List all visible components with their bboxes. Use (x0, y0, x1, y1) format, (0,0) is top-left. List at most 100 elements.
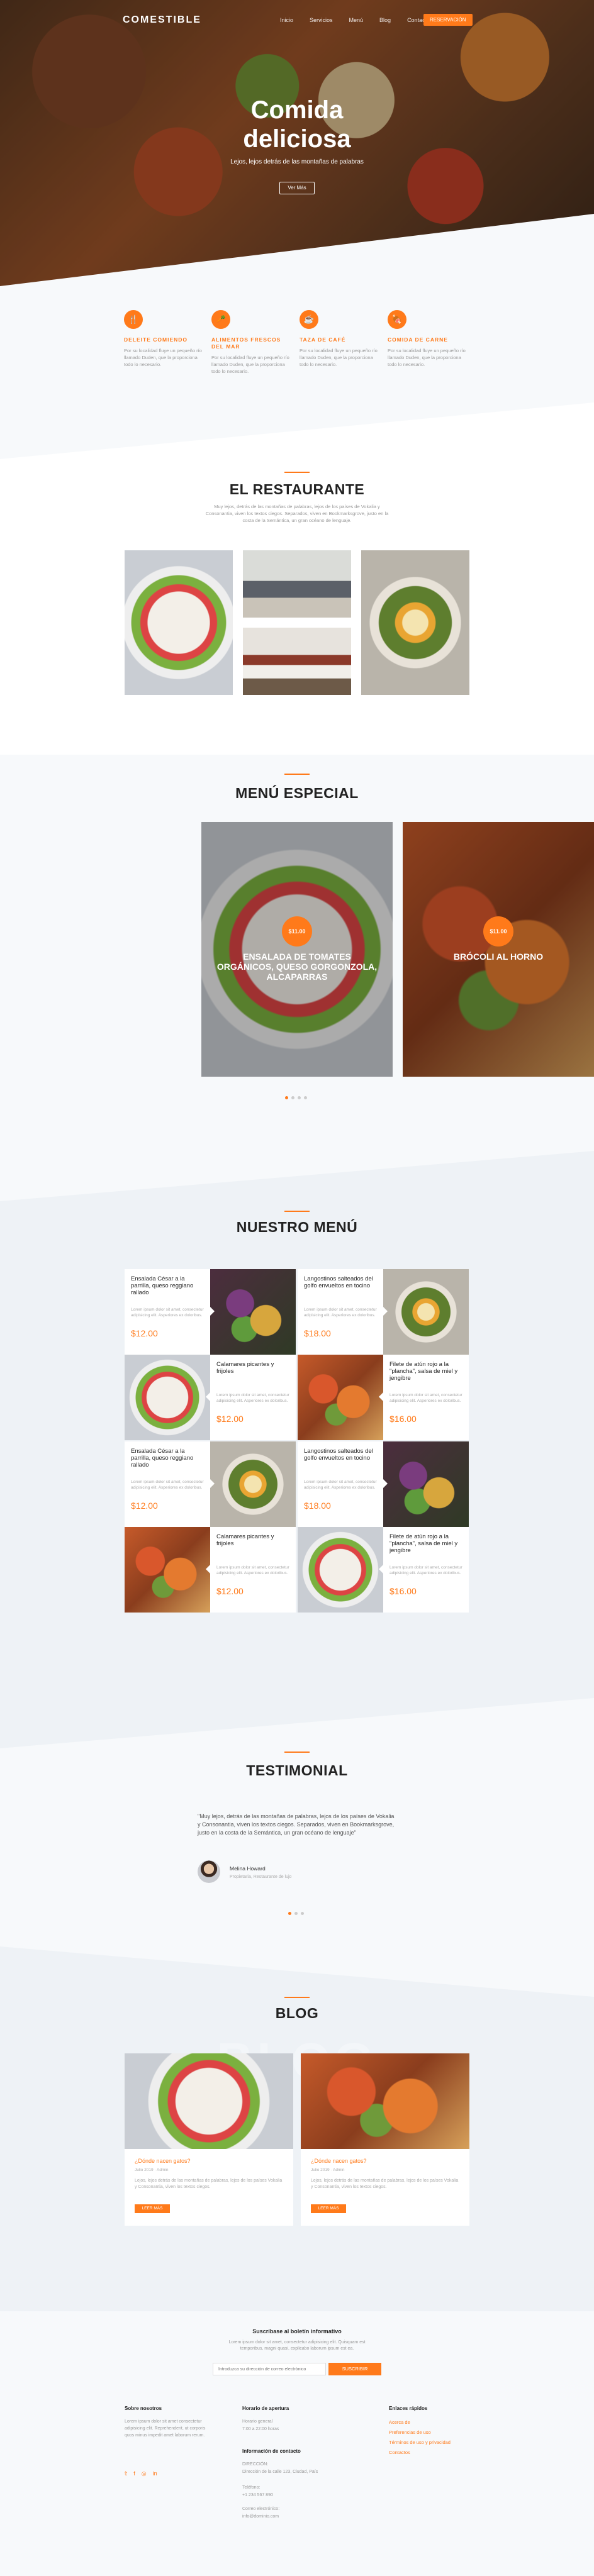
blog-post-meta: Julio 2019 · Admin (311, 2168, 345, 2172)
carousel-dot[interactable] (294, 1912, 298, 1915)
blog-post-text: Lejos, lejos detrás de las montañas de p… (311, 2179, 459, 2189)
coffee-icon: ☕ (300, 310, 318, 329)
menu-item-name: Ensalada César a la parrilla, queso regg… (131, 1448, 194, 1468)
section-divider (284, 774, 310, 775)
carousel-dot[interactable] (304, 1096, 307, 1099)
footer-links-title: Enlaces rápidos (389, 2406, 428, 2411)
carousel-dot[interactable] (288, 1912, 291, 1915)
twitter-icon[interactable]: 𝕥 (125, 2470, 127, 2477)
restaurant-photo-salad (125, 550, 233, 695)
blog-image[interactable] (125, 2053, 293, 2149)
menu-item[interactable]: Filete de atún rojo a la "plancha", sals… (383, 1355, 469, 1440)
menu-item[interactable]: Filete de atún rojo a la "plancha", sals… (383, 1527, 469, 1613)
hero-subtitle: Lejos, lejos detrás de las montañas de p… (230, 158, 364, 165)
linkedin-icon[interactable]: in (153, 2470, 157, 2477)
feature-card: 🍴 DELEITE COMIENDO Por su localidad fluy… (124, 310, 206, 368)
utensils-icon: 🍴 (124, 310, 143, 329)
menu-item-desc: Lorem ipsum dolor sit amet, consectetur … (389, 1393, 462, 1403)
footer-email-label: Correo electrónico: (242, 2507, 280, 2511)
read-more-button[interactable]: LEER MÁS (311, 2204, 346, 2213)
menu-item-desc: Lorem ipsum dolor sit amet, consectetur … (304, 1307, 377, 1318)
meat-icon: 🍖 (388, 310, 406, 329)
special-card[interactable]: $11.00 ENSALADA DE TOMATES ORGÁNICOS, QU… (201, 822, 393, 1077)
menu-item[interactable]: Langostinos salteados del golfo envuelto… (298, 1441, 383, 1527)
feature-title: ALIMENTOS FRESCOS DEL MAR (211, 336, 281, 350)
footer-hours-title: Horario de apertura (242, 2406, 289, 2411)
reservation-button[interactable]: RESERVACIÓN (423, 14, 473, 26)
hero-more-button[interactable]: Ver Más (279, 182, 315, 194)
restaurant-text: Muy lejos, detrás de las montañas de pal… (205, 504, 389, 523)
menu-item-name: Ensalada César a la parrilla, queso regg… (131, 1275, 194, 1296)
menu-item-name: Langostinos salteados del golfo envuelto… (304, 1448, 373, 1462)
menu-item-desc: Lorem ipsum dolor sit amet, consectetur … (216, 1393, 289, 1403)
menu-item-desc: Lorem ipsum dolor sit amet, consectetur … (389, 1565, 462, 1575)
restaurant-photo-tables (243, 628, 351, 695)
footer-contact-title: Información de contacto (242, 2448, 301, 2454)
newsletter-email-input[interactable] (213, 2363, 326, 2375)
menu-item-pointer (379, 1392, 383, 1401)
footer-link-contacts[interactable]: Contactos (389, 2450, 410, 2455)
card-overlay (201, 822, 393, 1077)
menu-item-name: Filete de atún rojo a la "plancha", sals… (389, 1533, 458, 1554)
nav-item-menu[interactable]: Menú (349, 17, 364, 23)
nav-item-blog[interactable]: Blog (379, 17, 391, 23)
special-price: $11.00 (282, 916, 312, 947)
card-overlay (403, 822, 594, 1077)
blog-post-meta: Julio 2019 · Admin (135, 2168, 169, 2172)
nav-item-servicios[interactable]: Servicios (310, 17, 333, 23)
testimonial-quote: "Muy lejos, detrás de las montañas de pa… (198, 1813, 395, 1836)
footer-phone[interactable]: +1 234 567 890 (242, 2492, 273, 2499)
menu-item[interactable]: Calamares picantes y frijoles Lorem ipsum… (210, 1355, 296, 1440)
menu-item-pointer (379, 1565, 383, 1574)
carousel-dot[interactable] (285, 1096, 288, 1099)
newsletter-subscribe-button[interactable]: SUSCRIBIR (328, 2363, 381, 2375)
read-more-button[interactable]: LEER MÁS (135, 2204, 170, 2213)
footer-hours-value: 7:00 a 22:00 horas (242, 2427, 279, 2431)
menu-item-photo (210, 1441, 296, 1527)
menu-item-pointer (210, 1307, 215, 1316)
footer-about-title: Sobre nosotros (125, 2406, 162, 2411)
feature-card: 🍖 COMIDA DE CARNE Por su localidad fluye… (388, 310, 469, 368)
special-name: ENSALADA DE TOMATES ORGÁNICOS, QUESO GOR… (216, 952, 378, 982)
menu-item-pointer (383, 1307, 388, 1316)
site-logo[interactable]: COMESTIBLE (123, 14, 201, 26)
avatar (198, 1860, 220, 1883)
menu-item-photo (125, 1527, 210, 1613)
restaurant-photo-interior (243, 550, 351, 618)
newsletter-title: Suscríbase al boletín informativo (252, 2328, 342, 2334)
menu-item-photo (210, 1269, 296, 1355)
footer-link-about[interactable]: Acerca de (389, 2419, 410, 2425)
carousel-dot[interactable] (298, 1096, 301, 1099)
footer-link-preferences[interactable]: Preferencias de uso (389, 2429, 431, 2435)
menu-band (0, 1151, 594, 1748)
menu-title: NUESTRO MENÚ (236, 1219, 358, 1235)
carousel-dot[interactable] (291, 1096, 294, 1099)
special-card[interactable]: $11.00 BRÓCOLI AL HORNO (403, 822, 594, 1077)
menu-item-photo (125, 1355, 210, 1440)
blog-image[interactable] (301, 2053, 469, 2149)
blog-card[interactable]: ¿Dónde nacen gatos? Julio 2019 · Admin L… (125, 2053, 293, 2226)
facebook-icon[interactable]: f (133, 2470, 135, 2477)
menu-item-price: $16.00 (389, 1414, 417, 1424)
footer-link-terms[interactable]: Términos de uso y privacidad (389, 2440, 451, 2445)
blog-post-title[interactable]: ¿Dónde nacen gatos? (135, 2158, 191, 2164)
menu-item[interactable]: Ensalada César a la parrilla, queso regg… (125, 1441, 210, 1527)
nav-item-inicio[interactable]: Inicio (280, 17, 293, 23)
menu-item-desc: Lorem ipsum dolor sit amet, consectetur … (304, 1480, 377, 1490)
restaurant-title: EL RESTAURANTE (229, 481, 365, 497)
special-price: $11.00 (483, 916, 513, 947)
carousel-dot[interactable] (301, 1912, 304, 1915)
blog-card[interactable]: ¿Dónde nacen gatos? Julio 2019 · Admin L… (301, 2053, 469, 2226)
blog-post-text: Lejos, lejos detrás de las montañas de p… (135, 2179, 283, 2189)
feature-text: Por su localidad fluye un pequeño río ll… (300, 348, 378, 367)
menu-item[interactable]: Ensalada César a la parrilla, queso regg… (125, 1269, 210, 1355)
menu-item-desc: Lorem ipsum dolor sit amet, consectetur … (216, 1565, 289, 1575)
menu-item[interactable]: Calamares picantes y frijoles Lorem ipsum… (210, 1527, 296, 1613)
blog-post-title[interactable]: ¿Dónde nacen gatos? (311, 2158, 367, 2164)
instagram-icon[interactable]: ◎ (142, 2470, 147, 2477)
menu-item[interactable]: Langostinos salteados del golfo envuelto… (298, 1269, 383, 1355)
menu-item-desc: Lorem ipsum dolor sit amet, consectetur … (131, 1307, 204, 1318)
testimonial-title: TESTIMONIAL (246, 1762, 348, 1779)
footer-email[interactable]: info@dominio.com (242, 2513, 279, 2520)
menu-item-price: $18.00 (304, 1501, 331, 1511)
